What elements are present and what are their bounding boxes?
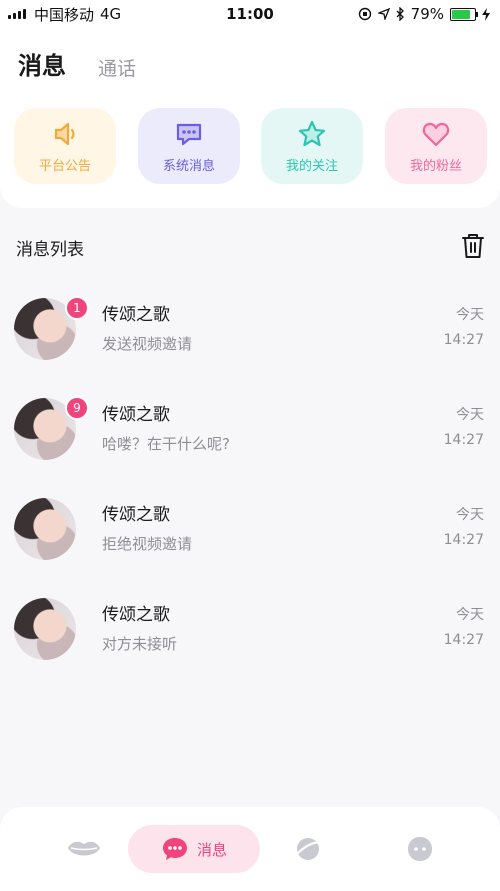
category-label: 系统消息 bbox=[162, 158, 215, 174]
nav-lips[interactable] bbox=[64, 825, 104, 873]
star-icon bbox=[298, 120, 326, 146]
message-preview: 发送视频邀请 bbox=[102, 335, 193, 353]
trash-icon[interactable] bbox=[460, 232, 486, 260]
category-system-messages[interactable]: 系统消息 bbox=[138, 108, 240, 184]
message-icon bbox=[162, 838, 187, 860]
message-preview: 对方未接听 bbox=[102, 635, 178, 653]
charging-icon bbox=[482, 7, 490, 21]
unread-badge: 9 bbox=[65, 396, 89, 420]
message-day: 今天 bbox=[456, 607, 484, 623]
tab-messages-label: 消息 bbox=[18, 52, 66, 80]
profile-icon bbox=[408, 837, 432, 861]
speaker-icon bbox=[54, 122, 75, 145]
tab-calls[interactable]: 通话 bbox=[98, 54, 136, 81]
tab-messages[interactable]: 消息 bbox=[18, 46, 70, 83]
status-bar: 中国移动 4G 11:00 79% bbox=[0, 0, 500, 28]
status-right: 79% bbox=[358, 5, 490, 23]
category-following[interactable]: 我的关注 bbox=[261, 108, 363, 184]
message-preview: 哈喽？在干什么呢? bbox=[102, 435, 230, 453]
message-day: 今天 bbox=[456, 307, 484, 323]
bluetooth-icon bbox=[396, 7, 404, 21]
location-icon bbox=[377, 8, 390, 20]
lips-icon bbox=[68, 841, 100, 856]
message-time: 14:27 bbox=[443, 532, 484, 548]
bottom-nav: 消息 bbox=[0, 807, 500, 891]
heart-icon bbox=[422, 122, 450, 146]
category-label: 我的粉丝 bbox=[409, 158, 462, 174]
category-platform-notice[interactable]: 平台公告 bbox=[14, 108, 116, 184]
message-time: 14:27 bbox=[443, 332, 484, 348]
nav-profile[interactable] bbox=[400, 825, 440, 873]
avatar bbox=[14, 498, 76, 560]
nav-messages[interactable]: 消息 bbox=[128, 825, 260, 873]
message-time: 14:27 bbox=[443, 632, 484, 648]
message-time: 14:27 bbox=[443, 432, 484, 448]
header-card: 消息 通话 平台公告 系统消息 我的关注 我的粉丝 bbox=[0, 28, 500, 208]
chat-dots-icon bbox=[176, 123, 202, 145]
message-day: 今天 bbox=[456, 507, 484, 523]
avatar bbox=[14, 598, 76, 660]
orientation-lock-icon bbox=[358, 7, 371, 21]
contact-name: 传颂之歌 bbox=[102, 605, 170, 625]
category-shortcuts: 平台公告 系统消息 我的关注 我的粉丝 bbox=[0, 108, 500, 184]
nav-planet[interactable] bbox=[288, 825, 328, 873]
planet-icon bbox=[293, 838, 323, 860]
message-list-title: 消息列表 bbox=[16, 240, 84, 260]
list-item[interactable]: 传颂之歌 拒绝视频邀请 今天 14:27 bbox=[0, 498, 500, 598]
list-item[interactable]: 传颂之歌 对方未接听 今天 14:27 bbox=[0, 598, 500, 698]
unread-badge: 1 bbox=[65, 296, 89, 320]
category-fans[interactable]: 我的粉丝 bbox=[385, 108, 487, 184]
message-preview: 拒绝视频邀请 bbox=[102, 535, 193, 553]
contact-name: 传颂之歌 bbox=[102, 405, 170, 425]
contact-name: 传颂之歌 bbox=[102, 305, 170, 325]
list-item[interactable]: 9 传颂之歌 哈喽？在干什么呢? 今天 14:27 bbox=[0, 396, 500, 498]
contact-name: 传颂之歌 bbox=[102, 505, 170, 525]
nav-messages-label: 消息 bbox=[196, 840, 227, 859]
category-label: 我的关注 bbox=[285, 158, 338, 174]
battery-percent: 79% bbox=[410, 5, 444, 23]
list-item[interactable]: 1 传颂之歌 发送视频邀请 今天 14:27 bbox=[0, 296, 500, 398]
battery-icon bbox=[450, 7, 478, 21]
category-label: 平台公告 bbox=[38, 158, 91, 174]
message-day: 今天 bbox=[456, 407, 484, 423]
